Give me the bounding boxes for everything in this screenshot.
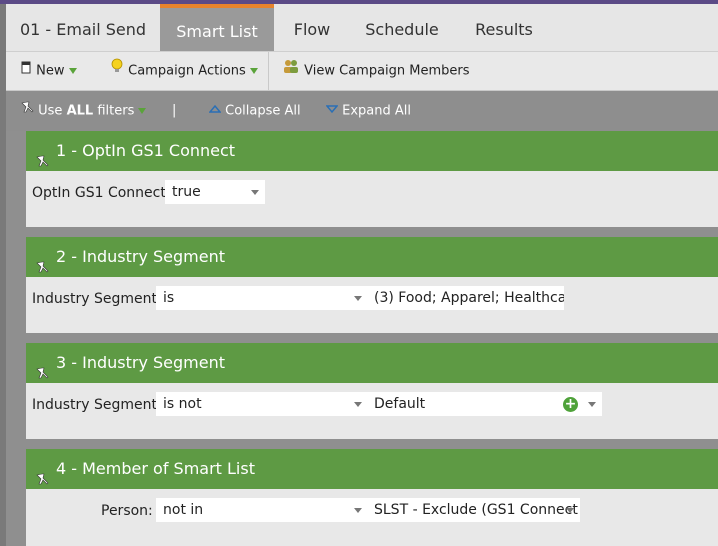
view-campaign-members-label: View Campaign Members [304,63,470,79]
use-filters-prefix: Use [38,103,63,119]
tab-bar: 01 - Email Send Smart List Flow Schedule… [6,4,718,52]
chevron-down-icon [588,402,596,407]
filter-field-label: Industry Segment: [32,397,162,413]
filterbar-separator: | [172,103,177,118]
operator-dropdown[interactable]: true [165,180,265,204]
filter-title: 2 - Industry Segment [56,247,226,266]
filter-header[interactable]: 1 - OptIn GS1 Connect [26,131,718,171]
value-dropdown[interactable]: Default + [367,392,602,416]
smart-list-value: SLST - Exclude (GS1 Connect [374,502,578,518]
filter-panel: 1 - OptIn GS1 Connect OptIn GS1 Connect:… [26,131,718,227]
filter-header[interactable]: 2 - Industry Segment [26,237,718,277]
filter-body: OptIn GS1 Connect: true [26,171,718,227]
chevron-down-icon [354,402,362,407]
filter-body: Industry Segment: is (3) Food; Apparel; … [26,277,718,333]
chevron-down-icon [354,296,362,301]
tab-smart-list[interactable]: Smart List [160,4,274,51]
chevron-down-icon [138,108,147,114]
values-field[interactable]: (3) Food; Apparel; Healthcare [367,286,564,310]
chevron-down-icon [251,190,259,195]
new-button[interactable]: New [20,52,77,90]
chevron-down-icon [249,68,258,74]
operator-value: is [163,290,175,306]
filter-field-label: Industry Segment: [32,291,162,307]
filter-title: 4 - Member of Smart List [56,459,255,478]
operator-dropdown[interactable]: not in [156,498,368,522]
campaign-actions-label: Campaign Actions [128,63,246,79]
tab-program[interactable]: 01 - Email Send [6,4,160,51]
operator-value: not in [163,502,204,518]
filter-field-label: OptIn GS1 Connect: [32,185,171,201]
campaign-actions-button[interactable]: Campaign Actions [110,52,258,90]
wrench-icon [20,91,34,131]
toolbar: New Campaign Actions View Campaign Membe… [6,52,718,91]
filter-panel: 3 - Industry Segment Industry Segment: i… [26,343,718,439]
operator-dropdown[interactable]: is not [156,392,368,416]
expand-all-button[interactable]: Expand All [325,91,412,131]
chevron-down-icon [354,508,362,513]
filter-title: 1 - OptIn GS1 Connect [56,141,236,160]
triangle-down-icon [325,91,339,131]
use-filters-button[interactable]: Use ALL filters [20,91,147,131]
values-text: (3) Food; Apparel; Healthcare [374,290,564,306]
filter-panel: 4 - Member of Smart List Person: not in … [26,449,718,546]
smart-list-canvas: 1 - OptIn GS1 Connect OptIn GS1 Connect:… [6,131,718,546]
chevron-down-icon [68,68,77,74]
tab-results[interactable]: Results [454,4,554,51]
toolbar-divider [268,52,269,90]
people-icon [282,52,300,90]
lightbulb-icon [110,52,124,90]
expand-all-label: Expand All [342,103,412,119]
new-document-icon [20,52,32,90]
filter-field-label: Person: [101,503,153,519]
filter-panel: 2 - Industry Segment Industry Segment: i… [26,237,718,333]
value-text: Default [374,396,426,412]
filter-body: Industry Segment: is not Default + [26,383,718,439]
chevron-down-icon [566,508,574,513]
filter-header[interactable]: 3 - Industry Segment [26,343,718,383]
use-filters-suffix: filters [97,103,135,119]
filter-options-bar: Use ALL filters | Collapse All Expand Al… [6,91,718,131]
view-campaign-members-button[interactable]: View Campaign Members [282,52,470,90]
collapse-all-label: Collapse All [225,103,301,119]
filter-title: 3 - Industry Segment [56,353,226,372]
operator-dropdown[interactable]: is [156,286,368,310]
use-filters-mode: ALL [66,103,94,119]
operator-value: is not [163,396,202,412]
operator-value: true [172,184,201,200]
smart-list-dropdown[interactable]: SLST - Exclude (GS1 Connect [367,498,580,522]
tab-flow[interactable]: Flow [274,4,350,51]
collapse-all-button[interactable]: Collapse All [208,91,301,131]
new-button-label: New [36,63,65,79]
triangle-up-icon [208,91,222,131]
filter-header[interactable]: 4 - Member of Smart List [26,449,718,489]
add-value-icon[interactable]: + [563,397,578,412]
tab-schedule[interactable]: Schedule [350,4,454,51]
filter-body: Person: not in SLST - Exclude (GS1 Conne… [26,489,718,546]
